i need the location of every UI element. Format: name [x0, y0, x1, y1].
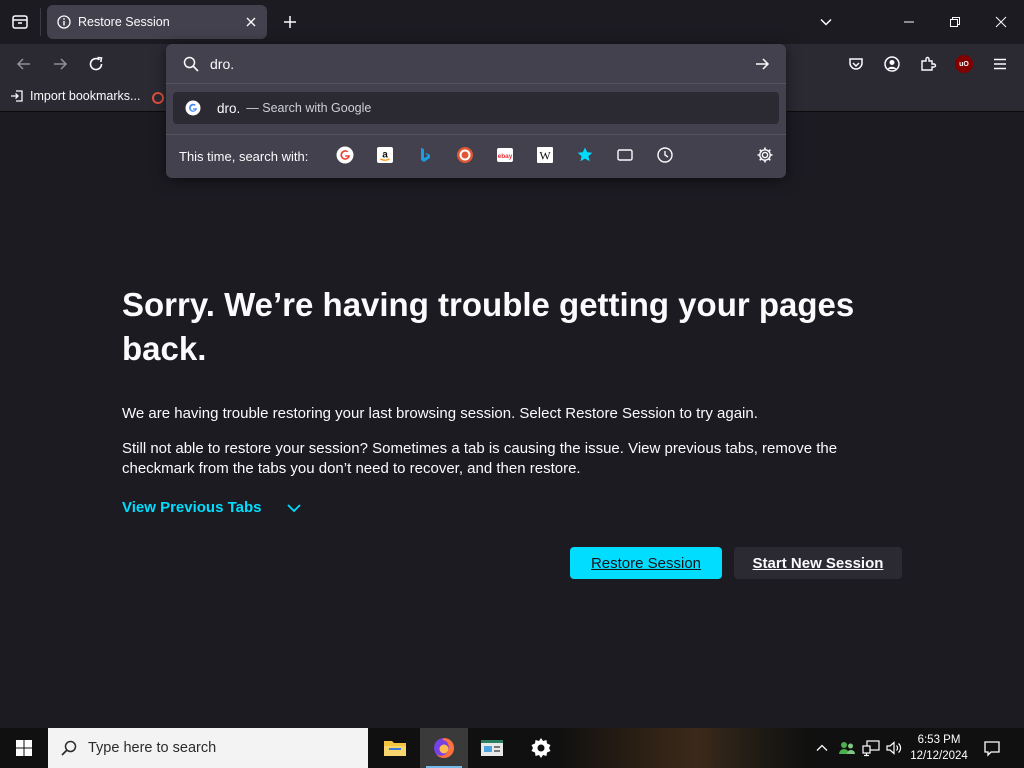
minimize-icon[interactable]	[886, 6, 932, 38]
taskbar-search-placeholder: Type here to search	[88, 740, 217, 756]
one-off-search-row: This time, search with: a ebay W	[166, 134, 786, 174]
ublock-origin-icon[interactable]: uO	[952, 52, 976, 76]
close-window-icon[interactable]	[978, 6, 1024, 38]
taskbar-clock[interactable]: 6:53 PM 12/12/2024	[906, 732, 972, 764]
suggestion-action: — Search with Google	[246, 101, 372, 115]
list-all-tabs-chevron-icon[interactable]	[814, 10, 838, 34]
ebay-engine-icon[interactable]: ebay	[495, 145, 515, 165]
view-previous-tabs-toggle[interactable]: View Previous Tabs	[122, 499, 302, 516]
restore-window-icon[interactable]	[932, 6, 978, 38]
import-icon	[10, 89, 24, 103]
taskbar-wallpaper-strip	[560, 728, 810, 768]
firefox-view-icon[interactable]	[8, 10, 32, 34]
bookmark-favicon-icon[interactable]	[150, 90, 166, 106]
tab-restore-session[interactable]: Restore Session	[47, 5, 267, 39]
history-clock-icon[interactable]	[655, 145, 675, 165]
clock-date: 12/12/2024	[910, 750, 968, 762]
search-icon	[182, 55, 200, 73]
people-icon[interactable]	[838, 739, 856, 757]
view-previous-tabs-label: View Previous Tabs	[122, 499, 262, 516]
hamburger-menu-icon[interactable]	[988, 52, 1012, 76]
reload-icon[interactable]	[84, 52, 108, 76]
import-bookmarks-button[interactable]: Import bookmarks...	[10, 89, 140, 103]
suggestion-query: dro.	[217, 100, 241, 116]
amazon-engine-icon[interactable]: a	[375, 145, 395, 165]
close-tab-icon[interactable]	[243, 14, 259, 30]
start-new-session-button[interactable]: Start New Session	[734, 547, 902, 579]
new-tab-icon[interactable]	[278, 10, 302, 34]
bing-engine-icon[interactable]	[415, 145, 435, 165]
tab-separator	[40, 8, 41, 36]
bookmarks-star-icon[interactable]	[575, 145, 595, 165]
urlbar-popup: dro. — Search with Google This time, sea…	[166, 44, 786, 178]
help-text: Still not able to restore your session? …	[122, 440, 838, 477]
ublock-badge: uO	[955, 55, 973, 73]
firefox-icon[interactable]	[420, 728, 468, 768]
description-text: We are having trouble restoring your las…	[122, 405, 758, 422]
restore-session-page: Sorry. We’re having trouble getting your…	[0, 113, 1024, 728]
notifications-icon[interactable]	[982, 738, 1002, 758]
file-explorer-icon[interactable]	[371, 728, 419, 768]
extensions-puzzle-icon[interactable]	[916, 52, 940, 76]
svg-text:a: a	[382, 150, 388, 161]
url-input[interactable]	[210, 52, 730, 76]
duckduckgo-engine-icon[interactable]	[455, 145, 475, 165]
search-suggestion-row[interactable]: dro. — Search with Google	[173, 92, 779, 124]
import-bookmarks-label: Import bookmarks...	[30, 89, 141, 103]
chevron-down-icon	[286, 500, 302, 516]
search-icon	[60, 739, 78, 757]
ebay-glyph: ebay	[498, 153, 513, 160]
google-icon	[185, 100, 201, 116]
pocket-icon[interactable]	[844, 52, 868, 76]
page-title: Sorry. We’re having trouble getting your…	[122, 286, 855, 367]
go-arrow-icon[interactable]	[752, 54, 772, 74]
restore-session-button[interactable]: Restore Session	[570, 547, 722, 579]
windows-start-icon[interactable]	[0, 728, 48, 768]
forward-arrow-icon[interactable]	[48, 52, 72, 76]
search-settings-gear-icon[interactable]	[755, 145, 775, 165]
one-off-label: This time, search with:	[179, 149, 309, 164]
info-icon	[57, 15, 71, 29]
clock-time: 6:53 PM	[917, 734, 961, 746]
show-hidden-icons-chevron-icon[interactable]	[814, 740, 830, 756]
app-window-icon[interactable]	[468, 728, 516, 768]
google-engine-icon[interactable]	[335, 145, 355, 165]
account-icon[interactable]	[880, 52, 904, 76]
tab-title: Restore Session	[78, 15, 170, 29]
tabs-icon[interactable]	[615, 145, 635, 165]
windows-taskbar: Type here to search 6:53 PM 12/12/2024	[0, 728, 1024, 768]
taskbar-search-box[interactable]: Type here to search	[48, 728, 368, 768]
settings-gear-icon[interactable]	[517, 728, 565, 768]
wikipedia-glyph: W	[539, 149, 551, 163]
volume-icon[interactable]	[885, 739, 903, 757]
wikipedia-engine-icon[interactable]: W	[535, 145, 555, 165]
back-arrow-icon[interactable]	[12, 52, 36, 76]
urlbar-input-row	[166, 44, 786, 84]
network-icon[interactable]	[862, 739, 880, 757]
tab-strip: Restore Session	[0, 0, 1024, 44]
